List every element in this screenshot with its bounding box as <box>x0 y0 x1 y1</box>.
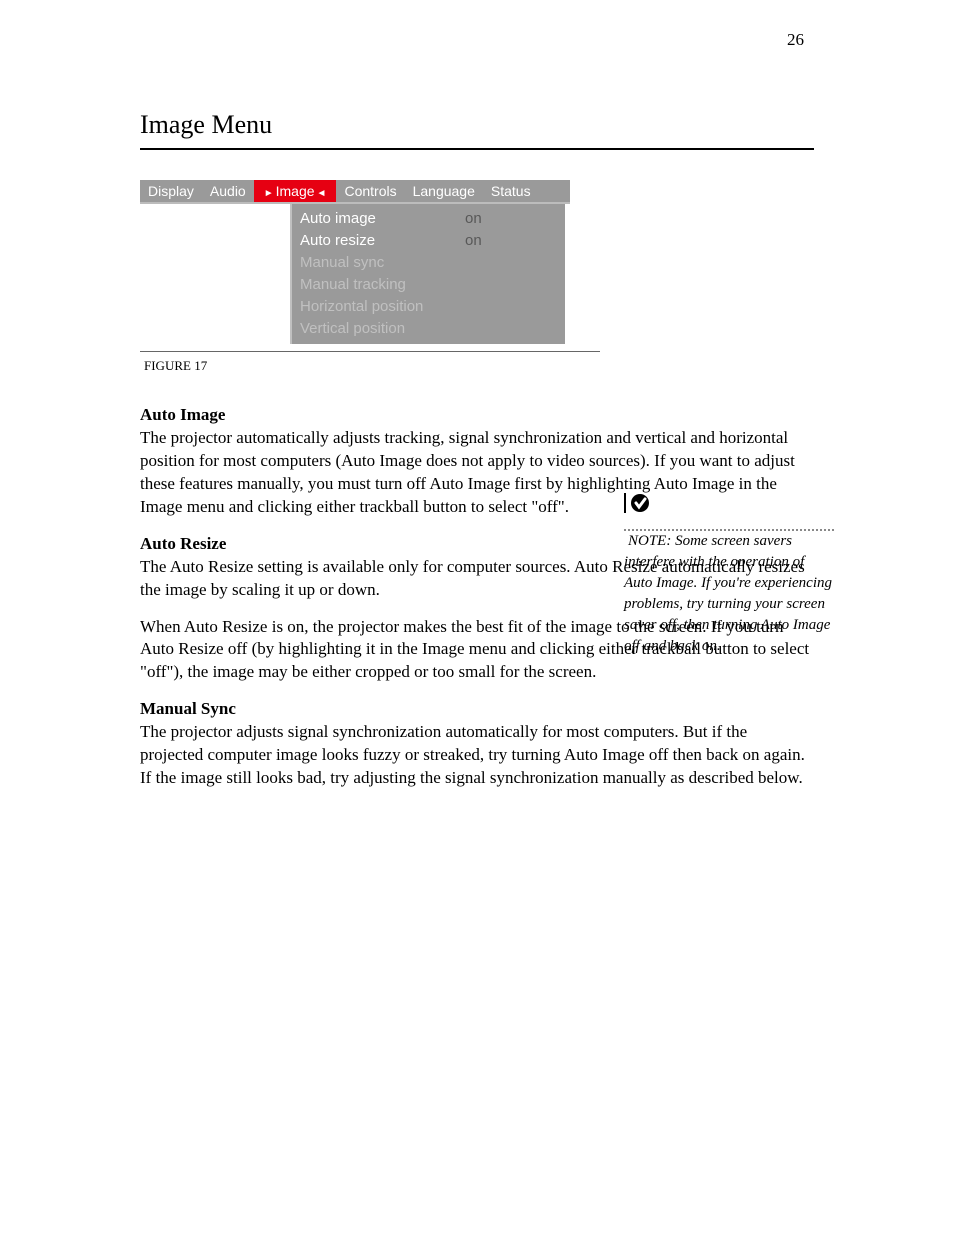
figure-rule <box>140 351 600 352</box>
page-number: 26 <box>787 30 804 50</box>
caret-left-icon: ► <box>262 188 276 199</box>
osd-value: on <box>465 232 482 249</box>
osd-tab-language[interactable]: Language <box>405 183 483 199</box>
osd-tabbar: Display Audio ►Image◄ Controls Language … <box>140 180 570 204</box>
caret-right-icon: ◄ <box>315 188 329 199</box>
osd-value: on <box>465 210 482 227</box>
osd-menu: Display Audio ►Image◄ Controls Language … <box>140 180 570 345</box>
sidebar-text: NOTE: Some screen savers interfere with … <box>624 533 832 654</box>
osd-label: Manual sync <box>300 254 384 271</box>
osd-tab-status[interactable]: Status <box>483 183 539 199</box>
item-title: Auto Resize <box>140 534 226 553</box>
osd-tab-image-label: Image <box>276 183 315 199</box>
osd-tab-display[interactable]: Display <box>140 183 202 199</box>
osd-row-horizontal-position: Horizontal position <box>300 298 560 315</box>
sidebar-rule <box>624 529 834 531</box>
note-body: Some screen savers interfere with the op… <box>624 533 832 654</box>
osd-label: Horizontal position <box>300 298 423 315</box>
section-rule <box>140 148 814 150</box>
osd-label: Auto image <box>300 210 376 227</box>
figure-caption: FIGURE 17 <box>144 358 814 374</box>
osd-row-vertical-position: Vertical position <box>300 320 560 337</box>
sidebar-note: NOTE: Some screen savers interfere with … <box>624 490 834 657</box>
osd-label: Manual tracking <box>300 276 406 293</box>
note-label: NOTE: <box>628 533 671 549</box>
osd-row-auto-image[interactable]: Auto image on <box>300 210 560 227</box>
osd-divider <box>290 204 292 344</box>
osd-tab-audio[interactable]: Audio <box>202 183 254 199</box>
osd-label: Auto resize <box>300 232 375 249</box>
osd-figure: Display Audio ►Image◄ Controls Language … <box>140 180 814 345</box>
item-title: Manual Sync <box>140 699 236 718</box>
osd-row-manual-sync: Manual sync <box>300 254 560 271</box>
item-body: The projector adjusts signal synchroniza… <box>140 722 805 787</box>
note-icon <box>624 490 650 523</box>
item-manual-sync: Manual Sync The projector adjusts signal… <box>140 698 814 790</box>
osd-row-auto-resize[interactable]: Auto resize on <box>300 232 560 249</box>
section-title: Image Menu <box>140 110 814 140</box>
osd-row-manual-tracking: Manual tracking <box>300 276 560 293</box>
osd-label: Vertical position <box>300 320 405 337</box>
osd-tab-image[interactable]: ►Image◄ <box>254 180 337 202</box>
item-title: Auto Image <box>140 405 225 424</box>
osd-tab-controls[interactable]: Controls <box>336 183 404 199</box>
